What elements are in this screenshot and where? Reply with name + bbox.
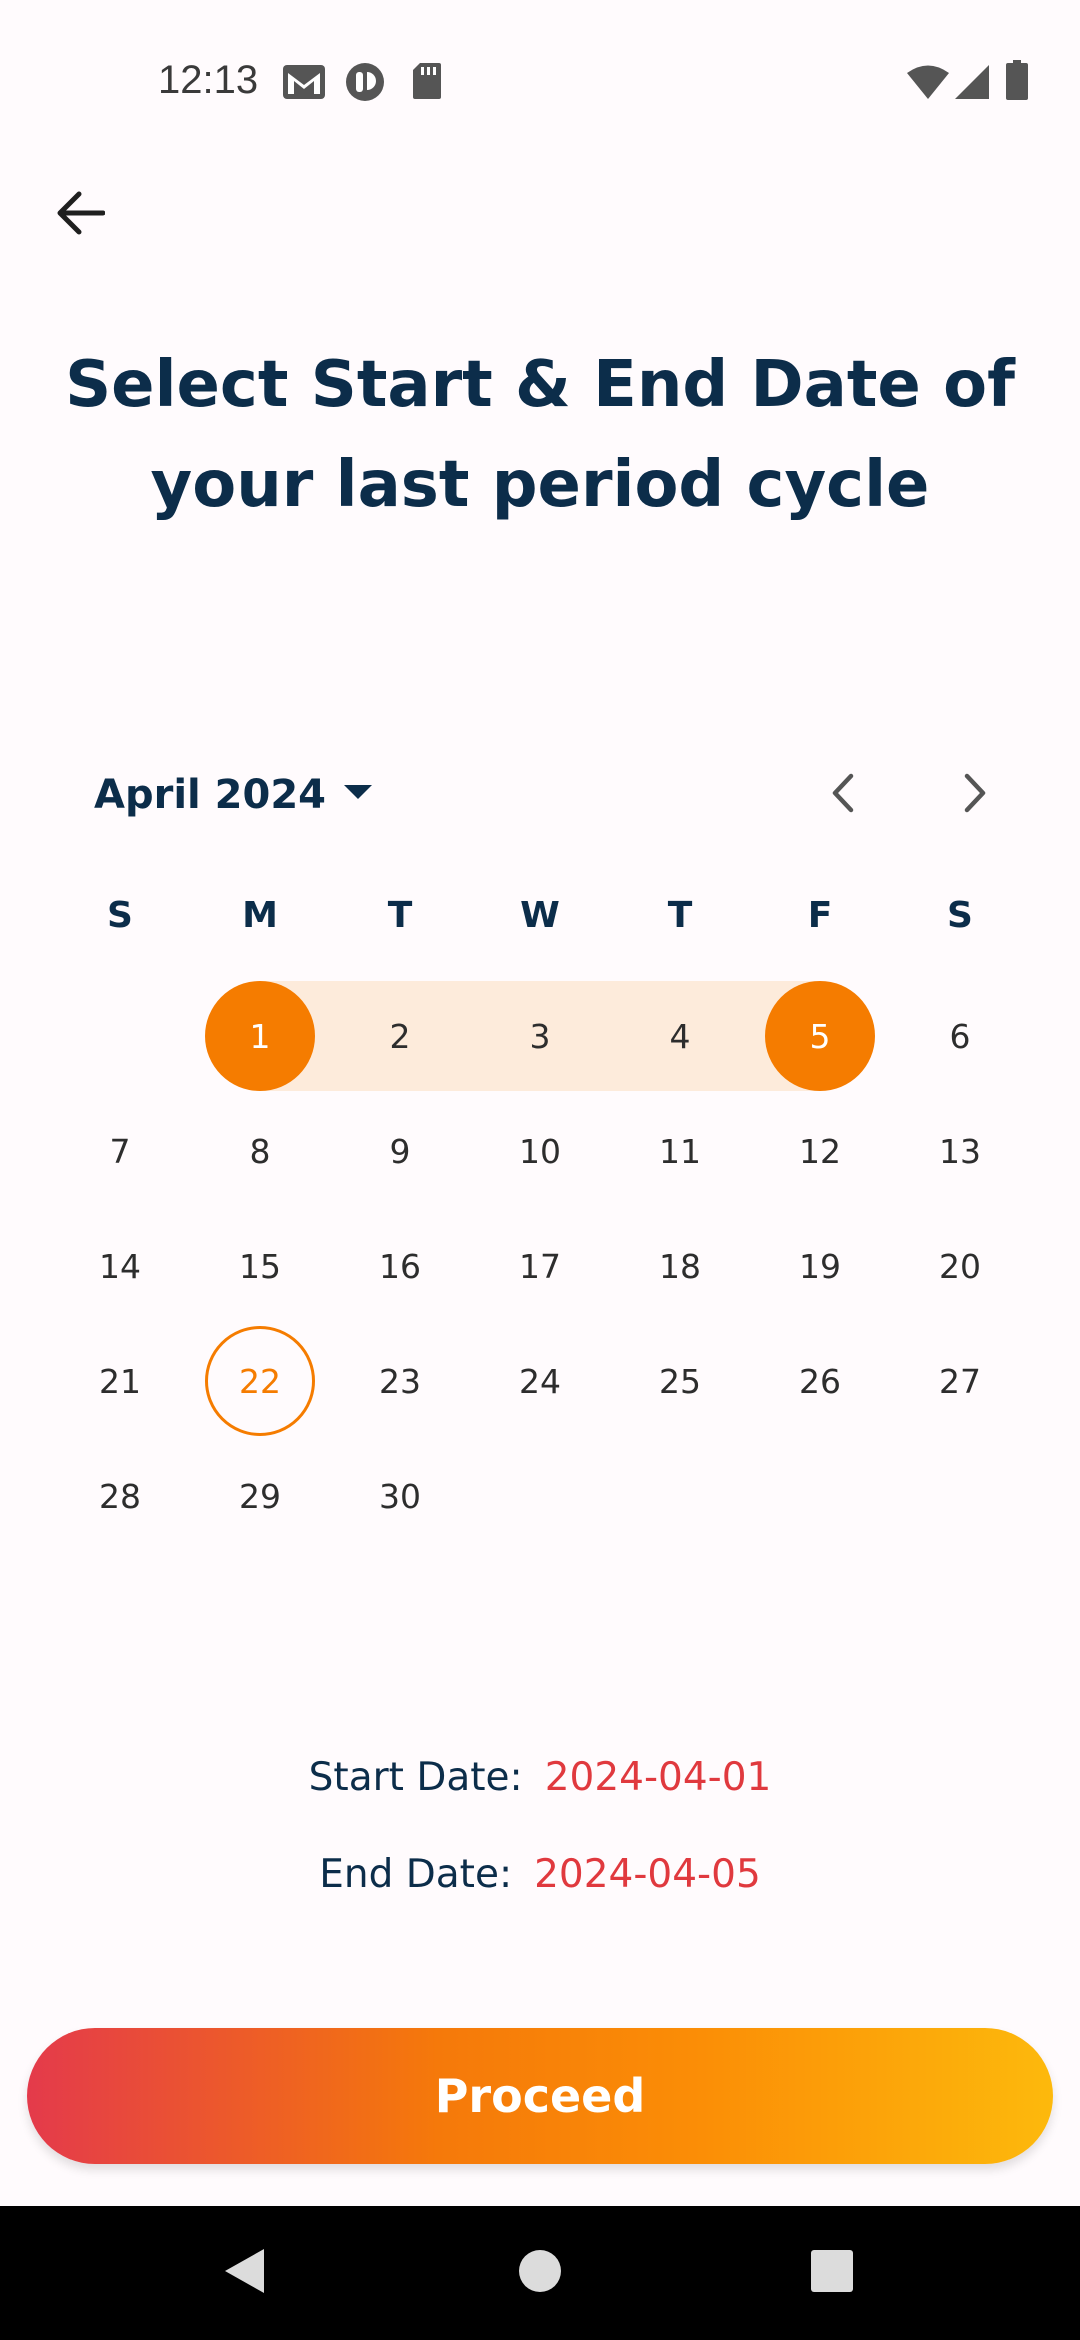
chevron-right-icon xyxy=(963,773,987,817)
calendar-day[interactable]: 15 xyxy=(205,1211,315,1321)
weekday-label: W xyxy=(520,895,560,936)
calendar-day[interactable]: 13 xyxy=(905,1096,1015,1206)
calendar-day[interactable]: 12 xyxy=(765,1096,875,1206)
back-button[interactable] xyxy=(40,175,120,255)
calendar-day[interactable]: 18 xyxy=(625,1211,735,1321)
end-date-value: 2024-04-05 xyxy=(534,1852,761,1897)
calendar-day[interactable]: 17 xyxy=(485,1211,595,1321)
system-recents-button[interactable] xyxy=(772,2206,892,2340)
month-year-selector[interactable]: April 2024 xyxy=(94,760,372,830)
weekday-label: T xyxy=(667,895,693,936)
weekday-label: F xyxy=(807,895,833,936)
calendar-day-in-range[interactable]: 4 xyxy=(625,981,735,1091)
proceed-button[interactable]: Proceed xyxy=(27,2028,1053,2164)
calendar-day[interactable]: 6 xyxy=(905,981,1015,1091)
calendar-day[interactable]: 21 xyxy=(65,1326,175,1436)
calendar-day[interactable]: 30 xyxy=(345,1441,455,1551)
calendar-day-today[interactable]: 22 xyxy=(205,1326,315,1436)
start-date-label: Start Date: xyxy=(308,1755,523,1800)
weekday-label: M xyxy=(242,895,278,936)
calendar-day-range-start[interactable]: 1 xyxy=(205,981,315,1091)
calendar-day[interactable]: 11 xyxy=(625,1096,735,1206)
arrow-left-icon xyxy=(55,191,106,239)
calendar-day[interactable]: 10 xyxy=(485,1096,595,1206)
weekday-label: S xyxy=(947,895,973,936)
battery-icon xyxy=(1006,60,1028,104)
system-home-button[interactable] xyxy=(480,2206,600,2340)
calendar-day-in-range[interactable]: 2 xyxy=(345,981,455,1091)
weekday-label: T xyxy=(387,895,413,936)
system-navigation-bar xyxy=(0,2206,1080,2340)
calendar-day[interactable]: 19 xyxy=(765,1211,875,1321)
home-icon xyxy=(518,2249,562,2297)
app-notification-icon xyxy=(345,62,385,106)
sd-card-icon xyxy=(412,62,442,104)
calendar-day[interactable]: 20 xyxy=(905,1211,1015,1321)
end-date-row: End Date: 2024-04-05 xyxy=(0,1852,1080,1897)
start-date-value: 2024-04-01 xyxy=(544,1755,772,1800)
chevron-left-icon xyxy=(831,773,855,817)
next-month-button[interactable] xyxy=(940,760,1010,830)
calendar-day[interactable]: 26 xyxy=(765,1326,875,1436)
calendar-day-range-end[interactable]: 5 xyxy=(765,981,875,1091)
status-time: 12:13 xyxy=(158,58,259,102)
recents-icon xyxy=(810,2249,854,2297)
calendar-day[interactable]: 27 xyxy=(905,1326,1015,1436)
calendar-day[interactable]: 28 xyxy=(65,1441,175,1551)
caret-down-icon xyxy=(344,785,372,805)
status-bar: 12:13 xyxy=(0,0,1080,165)
calendar-day[interactable]: 14 xyxy=(65,1211,175,1321)
wifi-icon xyxy=(906,64,950,104)
calendar-day[interactable]: 24 xyxy=(485,1326,595,1436)
calendar-day[interactable]: 7 xyxy=(65,1096,175,1206)
calendar-day[interactable]: 8 xyxy=(205,1096,315,1206)
start-date-row: Start Date: 2024-04-01 xyxy=(0,1755,1080,1800)
calendar-day[interactable]: 23 xyxy=(345,1326,455,1436)
gmail-icon xyxy=(282,64,326,104)
system-back-button[interactable] xyxy=(184,2206,304,2340)
back-icon xyxy=(222,2247,266,2299)
calendar-day[interactable]: 25 xyxy=(625,1326,735,1436)
calendar-day[interactable]: 16 xyxy=(345,1211,455,1321)
end-date-label: End Date: xyxy=(319,1852,513,1897)
calendar-day[interactable]: 9 xyxy=(345,1096,455,1206)
page-title: Select Start & End Date of your last per… xyxy=(65,348,1015,522)
calendar-day[interactable]: 29 xyxy=(205,1441,315,1551)
signal-icon xyxy=(954,64,990,104)
calendar-day-in-range[interactable]: 3 xyxy=(485,981,595,1091)
weekday-label: S xyxy=(107,895,133,936)
month-label: April 2024 xyxy=(94,772,326,818)
previous-month-button[interactable] xyxy=(808,760,878,830)
